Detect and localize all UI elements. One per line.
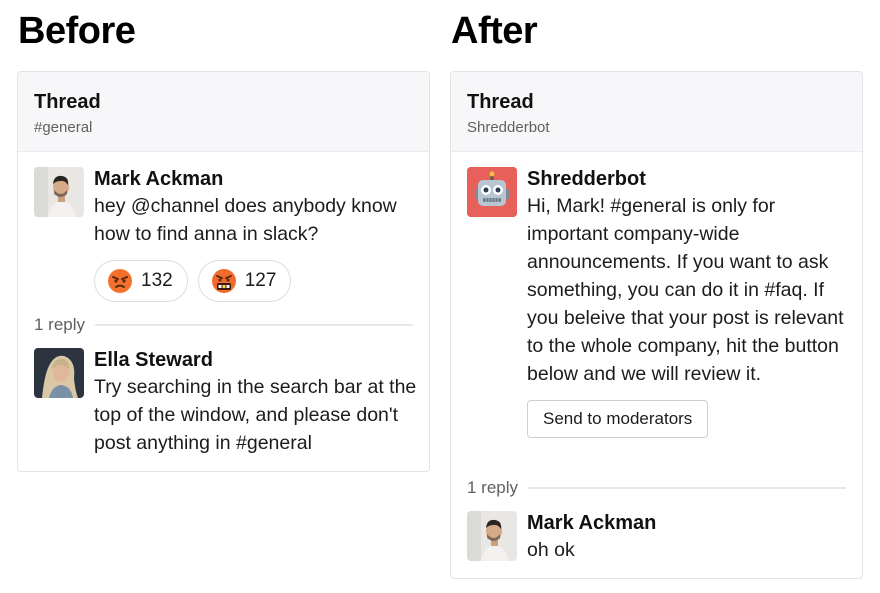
reply-message: Ella Steward Try searching in the search… (34, 348, 417, 458)
avatar-shredderbot[interactable] (467, 167, 517, 217)
reaction-count: 127 (244, 270, 277, 291)
thread-panel-after: Thread Shredderbot Shredderbot Hi, Mark! (450, 71, 863, 579)
reaction-count: 132 (141, 270, 173, 291)
avatar-ella-steward[interactable] (34, 348, 84, 398)
reply-message: Mark Ackman oh ok (467, 511, 850, 567)
divider-line (95, 324, 413, 326)
message-text: hey @channel does anybody know how to fi… (94, 195, 397, 245)
thread-header: Thread #general (18, 72, 429, 152)
robot-icon (467, 167, 517, 217)
message-text: Try searching in the search bar at the t… (94, 376, 417, 454)
send-to-moderators-button[interactable]: Send to moderators (527, 400, 709, 438)
message-author[interactable]: Ella Steward (94, 348, 417, 372)
before-heading: Before (18, 10, 136, 52)
message-text: oh ok (527, 539, 575, 561)
avatar-mark-ackman[interactable] (34, 167, 84, 217)
message-author[interactable]: Mark Ackman (527, 511, 850, 535)
reply-divider: 1 reply (467, 478, 846, 498)
reaction-cursing[interactable]: 127 (197, 260, 292, 302)
divider-line (528, 487, 846, 489)
thread-title: Thread (467, 91, 534, 113)
thread-title: Thread (34, 91, 101, 113)
reactions-bar: 132 127 (94, 260, 417, 302)
message-author[interactable]: Mark Ackman (94, 167, 417, 191)
reply-divider: 1 reply (34, 315, 413, 335)
thread-header: Thread Shredderbot (451, 72, 862, 152)
avatar-mark-ackman[interactable] (467, 511, 517, 561)
message-text: Hi, Mark! #general is only for important… (527, 195, 844, 385)
after-heading: After (451, 10, 538, 52)
thread-panel-before: Thread #general Mark Ackman hey @channel… (17, 71, 430, 472)
thread-channel: Shredderbot (467, 119, 550, 136)
reply-count[interactable]: 1 reply (34, 315, 85, 335)
angry-face-icon (108, 269, 132, 293)
message-author[interactable]: Shredderbot (527, 167, 850, 191)
parent-message: Mark Ackman hey @channel does anybody kn… (34, 167, 417, 307)
thread-channel: #general (34, 119, 93, 136)
reply-count[interactable]: 1 reply (467, 478, 518, 498)
reaction-angry[interactable]: 132 (94, 260, 188, 302)
face-with-symbols-on-mouth-icon (211, 269, 236, 293)
bot-message: Shredderbot Hi, Mark! #general is only f… (467, 167, 850, 467)
